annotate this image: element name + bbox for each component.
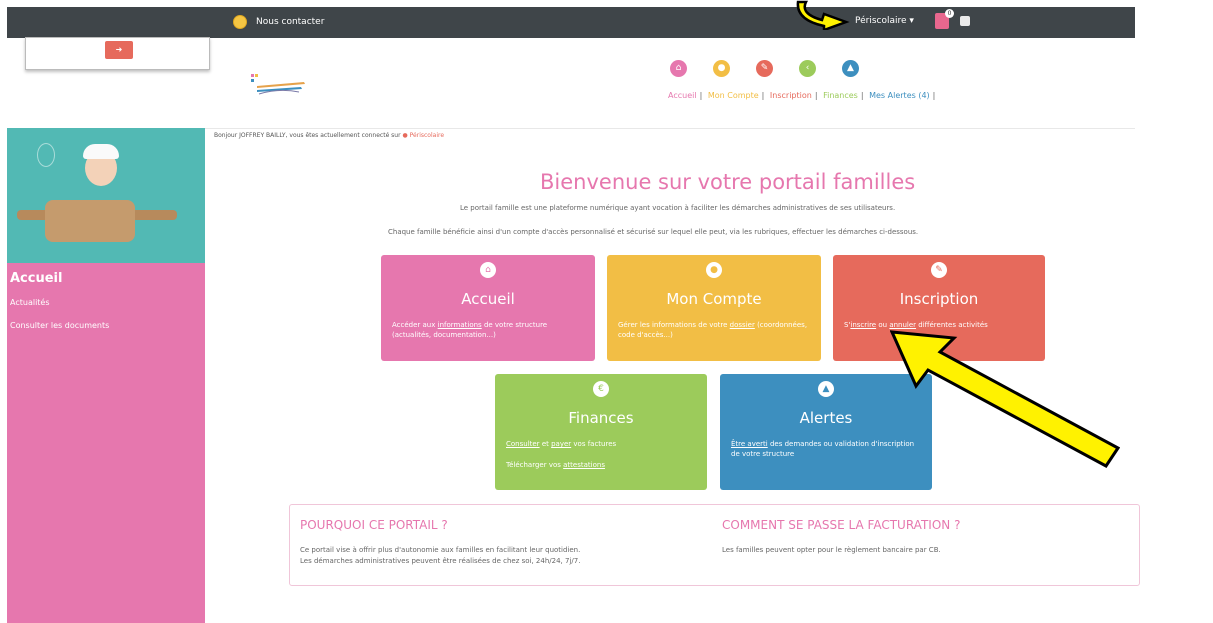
warning-icon[interactable]: ▲: [842, 60, 859, 77]
header-divider: [205, 128, 1135, 129]
contact-label: Nous contacter: [256, 17, 325, 27]
tile-description: S'inscrire ou annuler différentes activi…: [844, 321, 988, 329]
tile-title: Accueil: [461, 290, 515, 308]
logout-icon[interactable]: [960, 16, 970, 26]
attestations-link[interactable]: attestations: [563, 461, 605, 469]
main-nav: Accueil | Mon Compte | Inscription | Financ…: [668, 91, 936, 100]
info-box: POURQUOI CE PORTAIL ? Ce portail vise à …: [289, 504, 1140, 586]
logout-button[interactable]: ➜: [105, 41, 133, 59]
greeting-context[interactable]: Périscolaire: [410, 132, 444, 139]
tile-description: Gérer les informations de votre dossier …: [618, 321, 808, 339]
logout-panel: ➜: [25, 37, 210, 70]
nav-alertes[interactable]: Mes Alertes (4): [869, 91, 930, 100]
intro-text-2: Chaque famille bénéficie ainsi d'un comp…: [388, 228, 919, 236]
tile-title: Finances: [568, 409, 634, 427]
context-label: Périscolaire: [855, 16, 907, 26]
sidebar-item-documents[interactable]: Consulter les documents: [10, 321, 109, 330]
etre-averti-link[interactable]: Être averti: [731, 440, 768, 448]
dossier-link[interactable]: dossier: [730, 321, 755, 329]
annuler-link[interactable]: annuler: [889, 321, 916, 329]
main-nav-icons: ⌂ ● ✎ ‹ ▲: [670, 60, 885, 77]
user-icon: ●: [706, 262, 722, 278]
sidebar-item-actualites[interactable]: Actualités: [10, 298, 50, 307]
euro-icon[interactable]: ‹: [799, 60, 816, 77]
annotation-arrow-small: [796, 0, 850, 30]
tile-description: Accéder aux informations de votre struct…: [392, 321, 548, 339]
home-icon[interactable]: ⌂: [670, 60, 687, 77]
nav-finances[interactable]: Finances: [823, 91, 858, 100]
sidebar: Accueil Actualités Consulter les documen…: [7, 128, 205, 623]
pencil-icon[interactable]: ✎: [756, 60, 773, 77]
info-text-facturation: Les familles peuvent opter pour le règle…: [722, 546, 941, 554]
intro-text-1: Le portail famille est une plateforme nu…: [460, 204, 896, 212]
tile-accueil[interactable]: ⌂ Accueil Accéder aux informations de vo…: [381, 255, 595, 361]
nav-accueil[interactable]: Accueil: [668, 91, 697, 100]
tile-description: Consulter et payer vos factures: [506, 440, 617, 448]
euro-icon: €: [593, 381, 609, 397]
tile-title: Inscription: [899, 290, 979, 308]
info-heading-facturation: COMMENT SE PASSE LA FACTURATION ?: [722, 518, 961, 532]
warning-icon: ▲: [818, 381, 834, 397]
tile-mon-compte[interactable]: ● Mon Compte Gérer les informations de v…: [607, 255, 821, 361]
user-icon[interactable]: ●: [713, 60, 730, 77]
hero-image: [7, 128, 205, 263]
contact-icon: [233, 15, 247, 29]
tile-finances[interactable]: € Finances Consulter et payer vos factur…: [495, 374, 707, 490]
pencil-icon: ✎: [931, 262, 947, 278]
tile-title: Mon Compte: [666, 290, 762, 308]
context-dropdown[interactable]: Périscolaire ▾: [855, 16, 914, 26]
inscrire-link[interactable]: inscrire: [850, 321, 876, 329]
page-title: Bienvenue sur votre portail familles: [540, 170, 916, 194]
nav-mon-compte[interactable]: Mon Compte: [708, 91, 759, 100]
home-icon: ⌂: [480, 262, 496, 278]
tile-description-2: Télécharger vos attestations: [506, 461, 605, 469]
sidebar-title: Accueil: [10, 271, 63, 286]
greeting: Bonjour JOFFREY BAILLY, vous êtes actuel…: [214, 132, 445, 139]
nav-inscription[interactable]: Inscription: [770, 91, 812, 100]
consulter-link[interactable]: Consulter: [506, 440, 540, 448]
info-heading-pourquoi: POURQUOI CE PORTAIL ?: [300, 518, 448, 532]
top-bar: Nous contacter Périscolaire ▾ 0: [7, 7, 1135, 38]
annotation-arrow-large: [890, 330, 1120, 468]
calendar-icon[interactable]: 0: [935, 9, 954, 29]
info-text-pourquoi: Ce portail vise à offrir plus d'autonomi…: [300, 546, 581, 565]
contact-link[interactable]: Nous contacter: [233, 15, 324, 29]
notification-badge: 0: [945, 9, 954, 18]
greeting-text: Bonjour JOFFREY BAILLY, vous êtes actuel…: [214, 132, 401, 139]
logo: [251, 74, 305, 95]
payer-link[interactable]: payer: [551, 440, 571, 448]
informations-link[interactable]: informations: [438, 321, 482, 329]
